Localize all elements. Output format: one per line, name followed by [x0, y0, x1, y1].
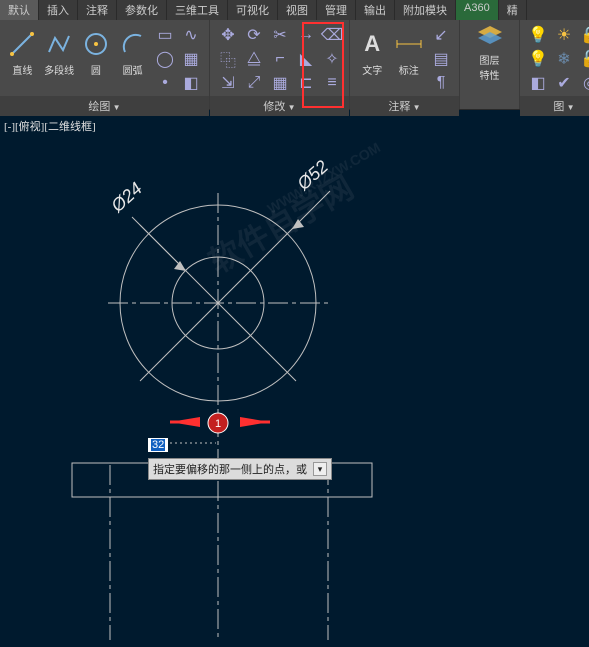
trim-icon[interactable]: ✂	[268, 24, 292, 46]
panel-layer: 图层 特性	[460, 20, 520, 109]
spline-icon[interactable]: ∿	[179, 24, 203, 46]
dim-inner: Ø24	[107, 178, 146, 216]
tab-a360[interactable]: A360	[456, 0, 499, 20]
arc-button[interactable]: 圆弧	[116, 24, 149, 80]
match-icon[interactable]: ✔	[552, 72, 576, 94]
fillet-icon[interactable]: ⌐	[268, 48, 292, 70]
panel-annotate: A 文字 标注 ↙ ▤ ¶ 注释	[350, 20, 460, 109]
point-icon[interactable]: •	[153, 72, 177, 94]
arc-label: 圆弧	[123, 62, 143, 77]
rotate-icon[interactable]: ⟳	[242, 24, 266, 46]
layerprops-button[interactable]: 图层 特性	[466, 24, 513, 80]
chamfer-icon[interactable]: ◣	[294, 48, 318, 70]
tab-visual[interactable]: 可视化	[228, 0, 278, 20]
copy-icon[interactable]: ⿻	[216, 48, 240, 70]
dim-icon	[393, 28, 425, 60]
unlock-icon[interactable]: 🔓	[578, 48, 589, 70]
tab-view[interactable]: 视图	[278, 0, 317, 20]
ribbon: 直线 多段线 圆 圆弧 ▭ ∿ ◯ ▦ • ◧ 绘图	[0, 20, 589, 110]
layerprops-label: 图层 特性	[480, 52, 500, 82]
region-icon[interactable]: ◧	[179, 72, 203, 94]
tooltip-text: 指定要偏移的那一侧上的点，或	[153, 461, 307, 477]
layers-icon	[474, 22, 506, 50]
tab-more[interactable]: 精	[499, 0, 527, 20]
freeze-icon[interactable]: ❄	[552, 48, 576, 70]
text-label: 文字	[362, 62, 382, 77]
leader-icon[interactable]: ↙	[429, 24, 453, 46]
polyline-label: 多段线	[44, 62, 74, 77]
setcurrent-icon[interactable]: ◧	[526, 72, 550, 94]
tab-manage[interactable]: 管理	[317, 0, 356, 20]
array-icon[interactable]: ▦	[268, 72, 292, 94]
circle-icon	[80, 28, 112, 60]
tab-default[interactable]: 默认	[0, 0, 39, 20]
text-icon: A	[356, 28, 388, 60]
tab-addon[interactable]: 附加模块	[395, 0, 456, 20]
panel-draw: 直线 多段线 圆 圆弧 ▭ ∿ ◯ ▦ • ◧ 绘图	[0, 20, 210, 109]
tooltip-down-icon[interactable]: ▾	[313, 462, 327, 476]
panel-layer-tools: 💡 ☀ 🔒 💡 ❄ 🔓 ◧ ✔ ◎ 图	[520, 20, 589, 109]
bulb-off-icon[interactable]: 💡	[526, 48, 550, 70]
tab-annotate[interactable]: 注释	[78, 0, 117, 20]
hatch-icon[interactable]: ▦	[179, 48, 203, 70]
offset-distance-value[interactable]: 32	[151, 439, 165, 451]
panel-annotate-title[interactable]: 注释	[350, 96, 459, 116]
drawing-canvas[interactable]: Ø52 Ø24 1	[0, 115, 589, 642]
panel-layer-title[interactable]: 图	[520, 96, 589, 116]
stretch-icon[interactable]: ⇲	[216, 72, 240, 94]
ellipse-icon[interactable]: ◯	[153, 48, 177, 70]
scale-icon[interactable]: ⤢	[242, 72, 266, 94]
rect-icon[interactable]: ▭	[153, 24, 177, 46]
mtext-icon[interactable]: ¶	[429, 72, 453, 94]
tab-parametric[interactable]: 参数化	[117, 0, 167, 20]
line-label: 直线	[12, 62, 32, 77]
align-icon[interactable]: ≡	[320, 72, 344, 94]
sun-icon[interactable]: ☀	[552, 24, 576, 46]
lock-icon[interactable]: 🔒	[578, 24, 589, 46]
line-button[interactable]: 直线	[6, 24, 39, 80]
panel-draw-title[interactable]: 绘图	[0, 96, 209, 116]
bulb-on-icon[interactable]: 💡	[526, 24, 550, 46]
step-marker: 1	[215, 418, 221, 430]
circle-label: 圆	[91, 62, 101, 77]
offset-icon[interactable]: ⊏	[294, 72, 318, 94]
arc-icon	[117, 28, 149, 60]
line-icon	[6, 28, 38, 60]
dim-button[interactable]: 标注	[393, 24, 426, 80]
offset-distance-input[interactable]: 32	[148, 438, 168, 452]
explode-icon[interactable]: ✧	[320, 48, 344, 70]
extend-icon[interactable]: ↔	[294, 24, 318, 46]
circle-button[interactable]: 圆	[80, 24, 113, 80]
table-icon[interactable]: ▤	[429, 48, 453, 70]
polyline-button[interactable]: 多段线	[43, 24, 76, 80]
panel-modify-title[interactable]: 修改	[210, 96, 349, 116]
erase-icon[interactable]: ⌫	[320, 24, 344, 46]
dim-outer: Ø52	[293, 156, 332, 194]
ribbon-tabbar: 默认 插入 注释 参数化 三维工具 可视化 视图 管理 输出 附加模块 A360…	[0, 0, 589, 20]
move-icon[interactable]: ✥	[216, 24, 240, 46]
tab-output[interactable]: 输出	[356, 0, 395, 20]
dim-label: 标注	[399, 62, 419, 77]
panel-modify: ✥ ⟳ ✂ ↔ ⌫ ⿻ ⧋ ⌐ ◣ ✧ ⇲ ⤢ ▦ ⊏ ≡ 修改	[210, 20, 350, 109]
mirror-icon[interactable]: ⧋	[242, 48, 266, 70]
text-button[interactable]: A 文字	[356, 24, 389, 80]
tab-insert[interactable]: 插入	[39, 0, 78, 20]
isolate-icon[interactable]: ◎	[578, 72, 589, 94]
tab-3dtools[interactable]: 三维工具	[167, 0, 228, 20]
command-tooltip: 指定要偏移的那一侧上的点，或 ▾	[148, 458, 332, 480]
polyline-icon	[43, 28, 75, 60]
